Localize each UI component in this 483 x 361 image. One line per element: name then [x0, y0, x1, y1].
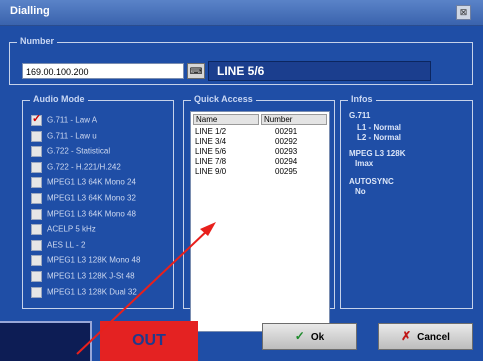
checkbox[interactable] [31, 177, 42, 189]
checkbox[interactable] [31, 271, 42, 282]
quick-access-row[interactable]: LINE 1/2 00291 [191, 127, 329, 137]
checkbox[interactable] [31, 208, 42, 220]
audio-mode-item[interactable]: MPEG1 L3 128K J-St 48 [31, 271, 135, 284]
checkbox[interactable] [31, 112, 42, 126]
audio-mode-item[interactable]: MPEG1 L3 64K Mono 48 [31, 208, 136, 222]
col-header-number[interactable]: Number [261, 114, 327, 125]
info-line: L1 - Normal [357, 123, 402, 132]
audio-mode-label: MPEG1 L3 64K Mono 24 [47, 178, 136, 187]
checkbox[interactable] [31, 130, 42, 142]
cancel-button[interactable]: ✗ Cancel [378, 323, 473, 350]
audio-mode-item[interactable]: MPEG1 L3 128K Dual 32 [31, 286, 137, 300]
info-line: G.711 [349, 111, 371, 120]
ok-button[interactable]: ✓ Ok [262, 323, 357, 350]
quick-access-list[interactable]: Name Number LINE 1/2 00291 LINE 3/4 00292 LI… [190, 111, 330, 332]
audio-mode-item[interactable]: G.722 - H.221/H.242 [31, 161, 121, 175]
audio-mode-label: MPEG1 L3 64K Mono 32 [47, 193, 136, 203]
quick-access-row[interactable]: LINE 3/4 00292 [191, 137, 329, 147]
audio-mode-label: ACELP 5 kHz [47, 224, 96, 234]
checkbox[interactable] [31, 255, 42, 267]
out-label-box: OUT [100, 321, 198, 361]
audio-mode-label: MPEG1 L3 128K Mono 48 [47, 256, 141, 265]
audio-mode-item[interactable]: MPEG1 L3 64K Mono 24 [31, 177, 136, 190]
quick-access-label: Quick Access [191, 94, 256, 104]
audio-mode-label: G.722 - H.221/H.242 [47, 162, 121, 172]
dialling-window: Dialling ⊠ Number 169.00.100.200 ⌨ LINE … [0, 0, 483, 361]
window-title: Dialling [10, 5, 50, 17]
info-line: MPEG L3 128K [349, 149, 406, 158]
audio-mode-item[interactable]: G.722 - Statistical [31, 146, 110, 159]
row-number: 00293 [275, 147, 298, 156]
check-icon: ✓ [294, 329, 305, 343]
audio-mode-label: G.711 - Law A [47, 115, 98, 125]
audio-mode-item[interactable]: MPEG1 L3 128K Mono 48 [31, 255, 140, 268]
number-input[interactable]: 169.00.100.200 [22, 63, 184, 79]
number-group: Number 169.00.100.200 ⌨ LINE 5/6 [9, 36, 473, 85]
row-name: LINE 1/2 [195, 127, 227, 136]
line-display: LINE 5/6 [208, 61, 431, 81]
quick-access-group: Quick Access Name Number LINE 1/2 00291 LI… [183, 94, 335, 332]
info-line: L2 - Normal [357, 133, 402, 142]
audio-mode-label: MPEG1 L3 128K J-St 48 [47, 271, 135, 281]
audio-mode-item[interactable]: MPEG1 L3 64K Mono 32 [31, 193, 136, 206]
row-name: LINE 9/0 [195, 167, 227, 176]
cross-icon: ✗ [401, 329, 412, 343]
audio-mode-label: MPEG1 L3 64K Mono 48 [47, 209, 136, 219]
row-number: 00295 [275, 167, 298, 176]
close-icon[interactable]: ⊠ [456, 5, 471, 20]
keyboard-icon[interactable]: ⌨ [187, 63, 205, 79]
audio-mode-item[interactable]: ACELP 5 kHz [31, 224, 96, 237]
audio-mode-label: G.711 - Law u [47, 131, 97, 141]
checkbox[interactable] [31, 193, 42, 204]
checkbox[interactable] [31, 286, 42, 298]
checkbox[interactable] [31, 146, 42, 158]
info-line: Imax [355, 159, 374, 168]
checkbox[interactable] [31, 239, 42, 251]
quick-access-row[interactable]: LINE 9/0 00295 [191, 167, 329, 177]
row-number: 00292 [275, 137, 298, 146]
audio-mode-item[interactable]: AES LL - 2 [31, 239, 86, 253]
audio-mode-label: MPEG1 L3 128K Dual 32 [47, 287, 137, 297]
number-group-label: Number [17, 36, 58, 46]
info-group: Infos G.711 L1 - Normal L2 - Normal MPEG L3… [340, 94, 473, 309]
row-number: 00291 [275, 127, 298, 136]
quick-access-row[interactable]: LINE 7/8 00294 [191, 157, 329, 167]
dark-panel [0, 321, 92, 361]
audio-mode-group: Audio Mode G.711 - Law A G.711 - Law u G.7… [22, 94, 174, 309]
info-group-label: Infos [348, 94, 376, 104]
audio-mode-label: G.722 - Statistical [47, 146, 111, 156]
cancel-label: Cancel [417, 332, 450, 343]
title-bar: Dialling ⊠ [0, 0, 483, 26]
row-name: LINE 7/8 [195, 157, 227, 166]
col-header-name[interactable]: Name [193, 114, 259, 125]
row-number: 00294 [275, 157, 298, 166]
audio-mode-item[interactable]: G.711 - Law A [31, 112, 98, 128]
row-name: LINE 3/4 [195, 137, 227, 146]
audio-mode-label: AES LL - 2 [47, 240, 86, 250]
quick-access-row[interactable]: LINE 5/6 00293 [191, 147, 329, 157]
row-name: LINE 5/6 [195, 147, 227, 156]
audio-mode-item[interactable]: G.711 - Law u [31, 130, 97, 144]
info-line: AUTOSYNC [349, 177, 394, 186]
info-line: No [355, 187, 366, 196]
checkbox[interactable] [31, 224, 42, 236]
ok-label: Ok [310, 332, 325, 343]
checkbox[interactable] [31, 161, 42, 173]
audio-mode-label: Audio Mode [30, 94, 88, 104]
